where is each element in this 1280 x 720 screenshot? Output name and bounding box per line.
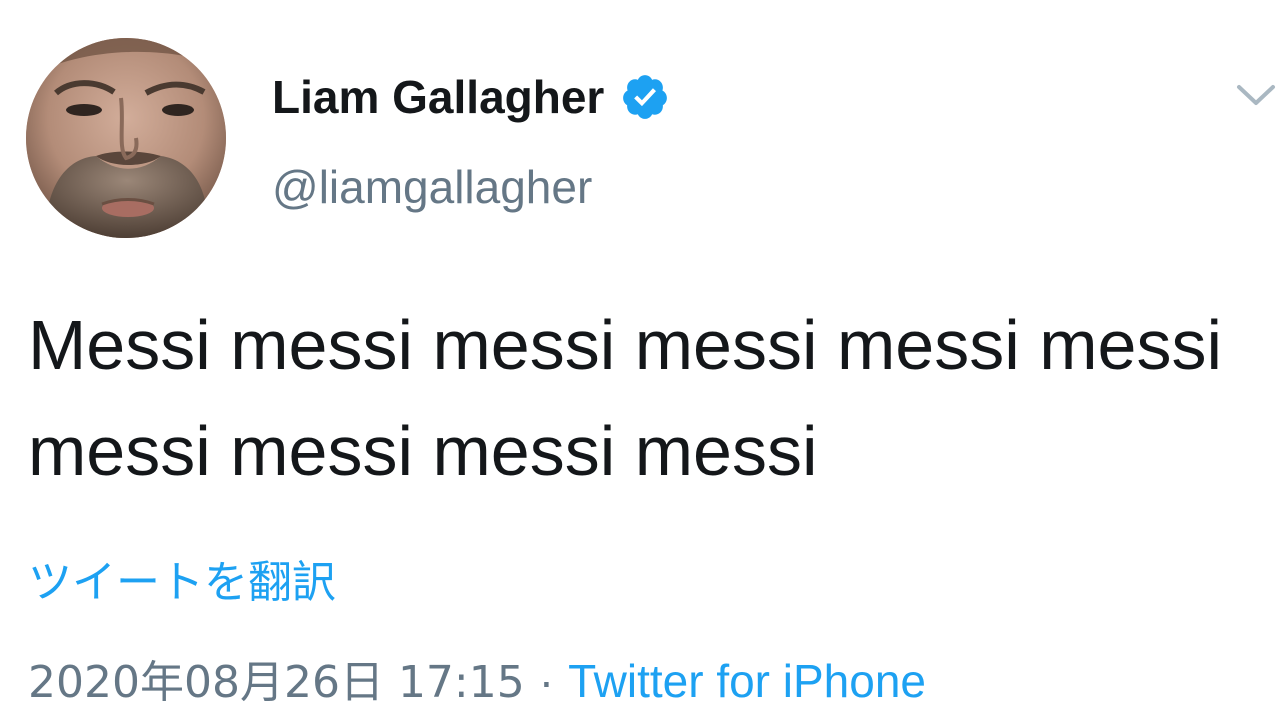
user-handle[interactable]: @liamgallagher	[272, 160, 592, 214]
tweet-text: Messi messi messi messi messi messi mess…	[28, 306, 1222, 490]
tweet-timestamp[interactable]: 2020年08月26日 17:15	[28, 646, 525, 710]
tweet-menu-button[interactable]	[1226, 70, 1280, 120]
avatar[interactable]	[26, 38, 226, 238]
avatar-photo-icon	[26, 38, 226, 238]
translate-tweet-link[interactable]: ツイートを翻訳	[28, 546, 336, 610]
meta-separator: ·	[538, 655, 555, 707]
tweet-source-link[interactable]: Twitter for iPhone	[568, 654, 926, 708]
tweet-card: Liam Gallagher @liamgallagher Messi mess…	[0, 0, 1280, 720]
tweet-meta: 2020年08月26日 17:15 · Twitter for iPhone	[28, 646, 926, 710]
display-name-row: Liam Gallagher	[272, 66, 670, 128]
display-name[interactable]: Liam Gallagher	[272, 70, 604, 124]
verified-badge-icon	[620, 72, 670, 122]
chevron-down-icon	[1237, 85, 1275, 105]
